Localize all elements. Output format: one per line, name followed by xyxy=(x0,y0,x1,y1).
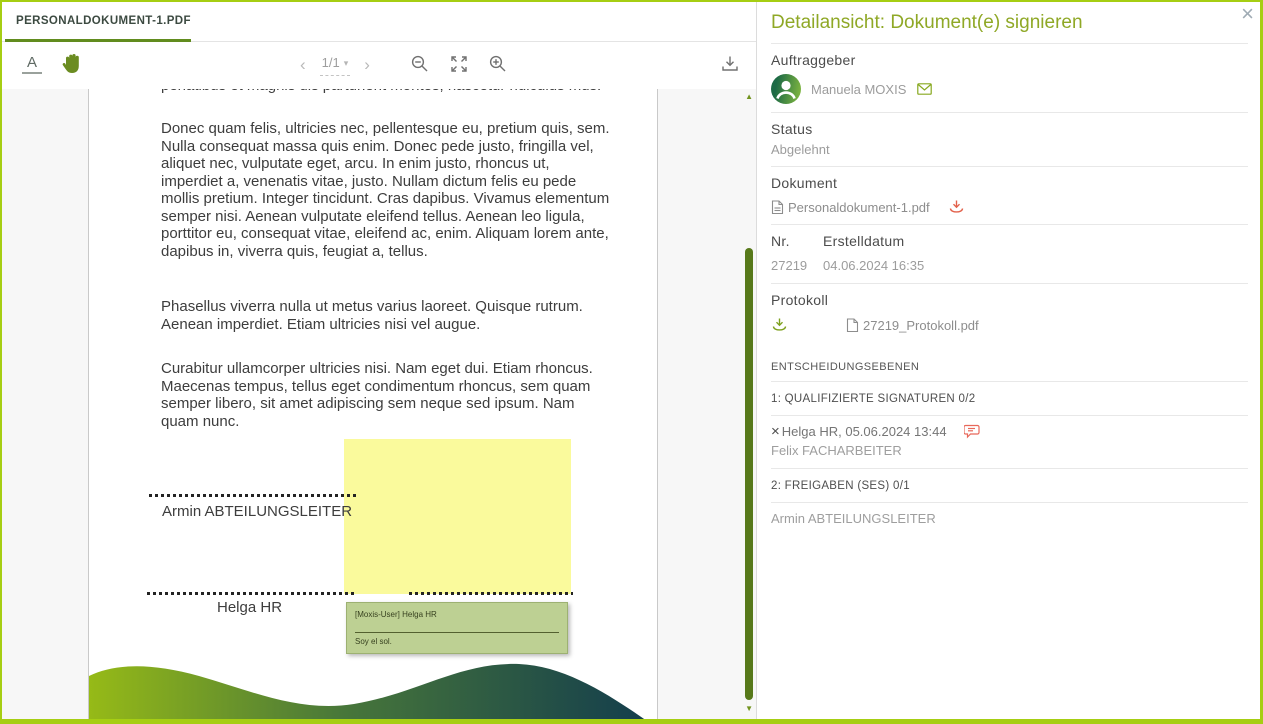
pdf-file-icon xyxy=(846,318,859,333)
section-auftraggeber: Auftraggeber Manuela MOXIS xyxy=(771,44,1248,113)
page-navigation: ‹ 1/1 ▾ › xyxy=(300,53,370,76)
viewer-toolbar: A ‹ 1/1 ▾ › xyxy=(2,42,756,89)
document-paragraph: Curabitur ullamcorper ultricies nisi. Na… xyxy=(161,360,611,430)
status-label: Status xyxy=(771,113,1248,137)
protokoll-label: Protokoll xyxy=(771,284,1248,308)
panel-title: Detailansicht: Dokument(e) signieren xyxy=(771,2,1248,44)
download-document-icon[interactable] xyxy=(720,54,740,74)
tab-personaldokument[interactable]: PERSONALDOKUMENT-1.PDF xyxy=(16,15,191,27)
signature-dotted-line xyxy=(149,494,356,497)
comment-bubble-icon[interactable] xyxy=(964,424,980,439)
level-2-entry: Armin ABTEILUNGSLEITER xyxy=(771,503,1248,536)
page-indicator: 1/1 xyxy=(322,55,340,70)
pdf-viewer: PERSONALDOKUMENT-1.PDF A ‹ 1/1 ▾ › xyxy=(2,2,756,719)
stamp-comment-line: Soy el sol. xyxy=(355,637,392,646)
entscheidungsebenen-label: ENTSCHEIDUNGSEBENEN xyxy=(771,361,1248,382)
download-protokoll-icon[interactable] xyxy=(771,317,788,333)
nr-label: Nr. xyxy=(771,225,823,249)
footer-wave-graphic xyxy=(89,652,657,719)
scrollbar-thumb[interactable] xyxy=(745,248,753,700)
signature-dotted-line xyxy=(147,592,356,595)
level-1-entry: × Helga HR, 05.06.2024 13:44 Felix FACHA… xyxy=(771,416,1248,469)
document-tab-bar: PERSONALDOKUMENT-1.PDF xyxy=(2,2,756,42)
scroll-up-icon[interactable]: ▲ xyxy=(745,92,753,101)
page-indicator-dropdown[interactable]: 1/1 ▾ xyxy=(320,53,351,76)
zoom-in-icon[interactable] xyxy=(488,54,508,74)
dokument-filename-link[interactable]: Personaldokument-1.pdf xyxy=(788,200,930,215)
signer-role: Felix FACHARBEITER xyxy=(771,443,1248,458)
scroll-down-icon[interactable]: ▼ xyxy=(745,704,753,713)
level-1-header: 1: QUALIFIZIERTE SIGNATUREN 0/2 xyxy=(771,382,1248,416)
detail-panel: × Detailansicht: Dokument(e) signieren A… xyxy=(757,2,1260,719)
section-dokument: Dokument Personaldokument-1.pdf xyxy=(771,167,1248,225)
rejected-x-icon: × xyxy=(771,425,780,439)
section-protokoll: Protokoll 27219_Protokoll.pdf xyxy=(771,284,1248,333)
close-icon[interactable]: × xyxy=(1241,2,1254,26)
signer-name-date: Helga HR, 05.06.2024 13:44 xyxy=(782,424,947,439)
pdf-file-icon xyxy=(771,200,784,215)
next-page-icon[interactable]: › xyxy=(364,55,370,75)
dokument-label: Dokument xyxy=(771,167,1248,191)
section-status: Status Abgelehnt xyxy=(771,113,1248,167)
signature-label-helga: Helga HR xyxy=(217,599,282,616)
pdf-scroll-area: penatibus et magnis dis parturient monte… xyxy=(2,89,756,719)
zoom-out-icon[interactable] xyxy=(410,54,430,74)
stamp-divider xyxy=(355,632,559,633)
previous-page-icon[interactable]: ‹ xyxy=(300,55,306,75)
erstelldatum-value: 04.06.2024 16:35 xyxy=(823,249,1248,283)
signature-label-armin: Armin ABTEILUNGSLEITER xyxy=(162,503,352,520)
signature-placeholder-field[interactable] xyxy=(344,439,571,594)
document-paragraph: Phasellus viverra nulla ut metus varius … xyxy=(161,298,611,333)
section-nr-erstelldatum: Nr. Erstelldatum 27219 04.06.2024 16:35 xyxy=(771,225,1248,284)
document-paragraph: Donec quam felis, ultricies nec, pellent… xyxy=(161,120,611,260)
fullscreen-icon[interactable] xyxy=(449,54,469,74)
pdf-page: penatibus et magnis dis parturient monte… xyxy=(88,89,658,719)
document-text-clipped: penatibus et magnis dis parturient monte… xyxy=(161,89,611,93)
level-2-header: 2: FREIGABEN (SES) 0/1 xyxy=(771,469,1248,503)
zoom-controls xyxy=(410,54,508,74)
text-annotation-tool-icon[interactable]: A xyxy=(22,54,42,74)
protokoll-filename-link[interactable]: 27219_Protokoll.pdf xyxy=(863,318,979,333)
signature-stamp: [Moxis-User] Helga HR Soy el sol. xyxy=(346,602,568,654)
avatar xyxy=(771,74,801,104)
erstelldatum-label: Erstelldatum xyxy=(823,225,1248,249)
approver-name: Armin ABTEILUNGSLEITER xyxy=(771,511,1248,526)
stamp-user-line: [Moxis-User] Helga HR xyxy=(355,610,437,619)
download-dokument-icon[interactable] xyxy=(948,199,965,215)
moxis-document-window: PERSONALDOKUMENT-1.PDF A ‹ 1/1 ▾ › xyxy=(0,0,1263,724)
chevron-down-icon: ▾ xyxy=(344,57,349,70)
hand-pan-tool-icon[interactable] xyxy=(59,51,85,79)
auftraggeber-name: Manuela MOXIS xyxy=(811,82,906,97)
status-badge: Abgelehnt xyxy=(771,142,1248,157)
auftraggeber-label: Auftraggeber xyxy=(771,44,1248,68)
nr-value: 27219 xyxy=(771,249,823,283)
signature-dotted-line xyxy=(409,592,573,595)
envelope-icon[interactable] xyxy=(917,83,932,95)
person-icon xyxy=(771,74,801,104)
